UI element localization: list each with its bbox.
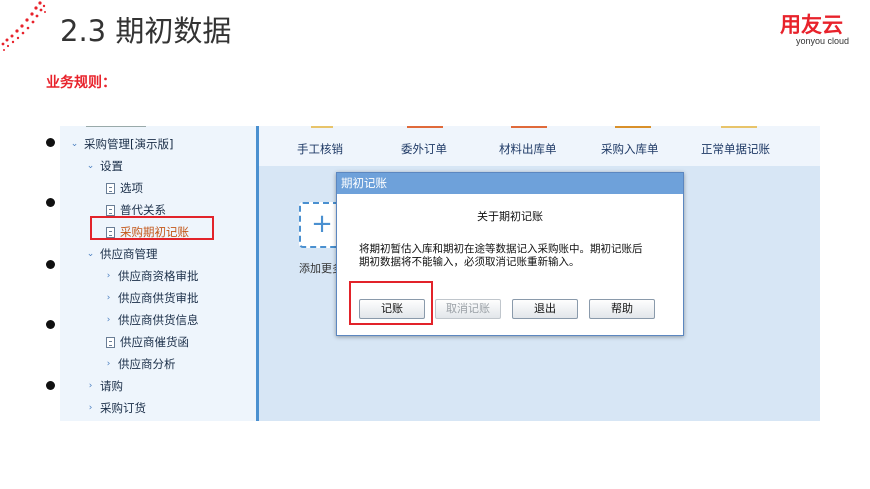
document-icon <box>106 182 115 194</box>
chevron-right-icon: › <box>88 381 93 391</box>
dialog-message: 将期初暂估入库和期初在途等数据记入采购账中。期初记账后 期初数据将不能输入，必须… <box>359 243 669 269</box>
tree-leaf-supplier-reminder[interactable]: 供应商催货函 <box>106 334 189 350</box>
tree-leaf-options[interactable]: 选项 <box>106 180 143 196</box>
tree-node-supplier-analysis[interactable]: › 供应商分析 <box>104 356 176 372</box>
material-outbound-icon <box>511 126 547 128</box>
chevron-down-icon: ⌄ <box>86 161 95 171</box>
bullet-point <box>46 381 55 390</box>
chevron-right-icon: › <box>106 359 111 369</box>
function-toolbar: 手工核销 委外订单 材料出库单 采购入库单 正常单据记账 <box>259 126 820 166</box>
decorative-dots <box>1 1 46 51</box>
tree-node-supplier-supply-info[interactable]: › 供应商供货信息 <box>104 312 199 328</box>
help-button[interactable]: 帮助 <box>589 299 655 319</box>
business-rules-label: 业务规则： <box>46 75 116 91</box>
app-screenshot: ⌄ 采购管理[演示版] ⌄ 设置 选项 普代关系 采购期初记账 ⌄ 供应商管理 … <box>60 126 820 421</box>
logo-english: yonyou cloud <box>796 36 850 46</box>
toolbar-material-outbound[interactable]: 材料出库单 <box>499 141 557 157</box>
toolbar-normal-posting[interactable]: 正常单据记账 <box>701 141 770 157</box>
bullet-point <box>46 320 55 329</box>
toolbar-manual-writeoff[interactable]: 手工核销 <box>297 141 343 157</box>
brand-logo: 用友云 yonyou cloud <box>780 14 860 54</box>
chevron-right-icon: › <box>106 293 111 303</box>
logo-chinese: 用友云 <box>780 13 843 37</box>
outsource-order-icon <box>407 126 443 128</box>
post-button[interactable]: 记账 <box>359 299 425 319</box>
chevron-right-icon: › <box>88 403 93 413</box>
chevron-down-icon: ⌄ <box>70 139 79 149</box>
purchase-inbound-icon <box>615 126 651 128</box>
toolbar-purchase-inbound[interactable]: 采购入库单 <box>601 141 659 157</box>
document-icon <box>106 204 115 216</box>
chevron-right-icon: › <box>106 315 111 325</box>
navigation-tree: ⌄ 采购管理[演示版] ⌄ 设置 选项 普代关系 采购期初记账 ⌄ 供应商管理 … <box>60 126 259 421</box>
tree-node-supplier-qualification[interactable]: › 供应商资格审批 <box>104 268 199 284</box>
dialog-title: 期初记账 <box>337 173 683 194</box>
dialog-heading: 关于期初记账 <box>477 210 543 223</box>
tree-node-purchase-mgmt[interactable]: ⌄ 采购管理[演示版] <box>70 136 174 152</box>
slide-title: 2.3 期初数据 <box>60 14 232 48</box>
bullet-point <box>46 198 55 207</box>
tree-node-supplier-supply-approval[interactable]: › 供应商供货审批 <box>104 290 199 306</box>
clipped-tree-item <box>86 126 146 127</box>
bullet-point <box>46 138 55 147</box>
tree-node-purchase-order[interactable]: › 采购订货 <box>86 400 146 416</box>
normal-posting-icon <box>721 126 757 128</box>
bullet-point <box>46 260 55 269</box>
exit-button[interactable]: 退出 <box>512 299 578 319</box>
chevron-right-icon: › <box>106 271 111 281</box>
document-icon <box>106 336 115 348</box>
manual-writeoff-icon <box>311 126 333 128</box>
opening-posting-dialog: 期初记账 关于期初记账 将期初暂估入库和期初在途等数据记入采购账中。期初记账后 … <box>336 172 684 336</box>
highlight-box-nav <box>90 216 214 240</box>
tree-node-settings[interactable]: ⌄ 设置 <box>86 158 123 174</box>
chevron-down-icon: ⌄ <box>86 249 95 259</box>
tree-node-requisition[interactable]: › 请购 <box>86 378 123 394</box>
dialog-message-line2: 期初数据将不能输入，必须取消记账重新输入。 <box>359 256 580 268</box>
tree-node-supplier-mgmt[interactable]: ⌄ 供应商管理 <box>86 246 158 262</box>
cancel-post-button[interactable]: 取消记账 <box>435 299 501 319</box>
toolbar-outsource-order[interactable]: 委外订单 <box>401 141 447 157</box>
dialog-message-line1: 将期初暂估入库和期初在途等数据记入采购账中。期初记账后 <box>359 243 643 255</box>
